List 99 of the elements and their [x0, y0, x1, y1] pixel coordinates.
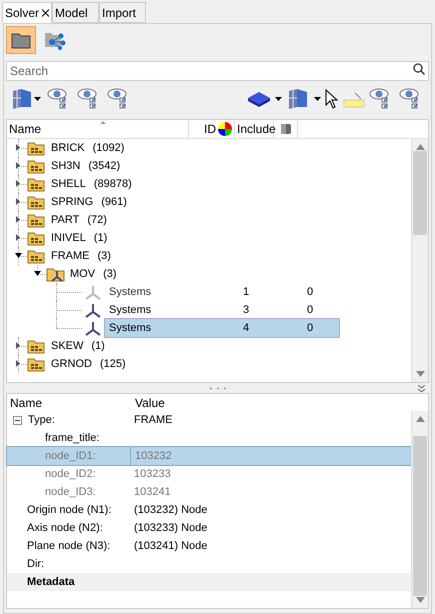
property-name: node_ID2: [45, 466, 96, 482]
property-value: (103232) Node [134, 502, 208, 518]
property-name: Axis node (N2): [27, 520, 103, 536]
folder-icon [27, 356, 45, 372]
collapsed-arrow-icon[interactable] [15, 162, 22, 169]
property-row[interactable]: frame_title: [7, 429, 411, 447]
id-cell-text: 3 [243, 302, 250, 318]
property-value: (103241) Node [134, 538, 208, 554]
tree-group-label[interactable]: INIVEL (1) [51, 230, 108, 246]
property-value: 103233 [134, 466, 171, 482]
property-row[interactable]: Plane node (N3): (103241) Node [7, 537, 411, 555]
caret-icon[interactable] [275, 97, 282, 101]
solid-shape-icon[interactable] [247, 91, 271, 107]
id-cell-text: 1 [243, 284, 250, 300]
scrollbar[interactable] [411, 411, 428, 608]
property-value: FRAME [134, 412, 172, 428]
collapse-icon[interactable] [418, 384, 425, 392]
column-header[interactable]: Include [235, 120, 274, 138]
property-name: Plane node (N3): [27, 538, 110, 554]
property-row[interactable]: Dir: [7, 555, 411, 573]
property-value: 103241 [134, 484, 171, 500]
property-row[interactable]: Axis node (N2): (103233) Node [7, 519, 411, 537]
property-name: Type: [28, 412, 55, 428]
property-name: Dir: [27, 556, 44, 572]
folder-icon [27, 176, 45, 192]
tree-group-label[interactable]: MOV (3) [70, 266, 117, 282]
include-cell-text: 0 [307, 320, 314, 336]
scrollbar[interactable] [411, 139, 428, 382]
tree-group-label[interactable]: BRICK (1092) [51, 140, 124, 156]
tree-group-label[interactable]: FRAME (3) [51, 248, 111, 264]
column-header[interactable]: ID [189, 120, 235, 138]
column-header[interactable]: Name [7, 120, 189, 138]
close-icon[interactable] [42, 8, 49, 16]
scroll-down-icon[interactable] [416, 371, 424, 377]
tree-group-label[interactable]: SHELL (89878) [51, 176, 132, 192]
search-field[interactable]: Search [6, 61, 429, 81]
property-value: 103232 [135, 448, 172, 464]
include-cell-text: 0 [307, 302, 314, 318]
collapsed-arrow-icon[interactable] [15, 180, 22, 187]
collapse-box-icon[interactable] [13, 416, 22, 424]
collapsed-arrow-icon[interactable] [15, 360, 22, 367]
tree-group-label[interactable]: GRNOD (125) [51, 356, 126, 372]
expanded-arrow-icon[interactable] [34, 270, 41, 277]
folder-icon [27, 212, 45, 228]
entity-name: Systems [108, 284, 152, 300]
property-row[interactable]: Type: FRAME [7, 411, 411, 429]
collapsed-arrow-icon[interactable] [15, 198, 22, 205]
folder-icon [11, 31, 31, 49]
cube-icon[interactable] [280, 123, 292, 135]
folder-icon [27, 230, 45, 246]
scroll-up-icon[interactable] [416, 416, 424, 422]
tree-row[interactable]: Systems 4 0 [105, 319, 339, 337]
property-name: Origin node (N1): [27, 502, 112, 518]
axes-icon [84, 284, 102, 300]
property-row[interactable]: Origin node (N1): (103232) Node [7, 501, 411, 519]
column-header[interactable]: Value [132, 394, 168, 412]
collapsed-arrow-icon[interactable] [15, 216, 22, 223]
entity-name: Systems [108, 320, 152, 336]
include-cell-text: 0 [307, 284, 314, 300]
tab[interactable]: Import [99, 2, 146, 23]
panes-icon[interactable] [286, 87, 310, 111]
network-folder-icon [44, 30, 66, 50]
collapsed-arrow-icon[interactable] [15, 342, 22, 349]
folder-icon [27, 338, 45, 354]
tab[interactable]: Model [52, 2, 99, 23]
tree-group-label[interactable]: SPRING (961) [51, 194, 127, 210]
sort-arrow-icon[interactable] [100, 121, 106, 124]
property-name: node_ID1: [45, 448, 96, 464]
folder-icon [27, 158, 45, 174]
collapsed-arrow-icon[interactable] [15, 144, 22, 151]
expanded-arrow-icon[interactable] [15, 252, 22, 259]
panes-icon[interactable] [10, 87, 34, 111]
caret-icon[interactable] [34, 97, 41, 101]
axes-icon [84, 302, 102, 318]
column-header[interactable]: Name [7, 394, 132, 412]
property-name: Metadata [27, 574, 75, 590]
entity-name: Systems [108, 302, 152, 318]
tree-group-label[interactable]: SH3N (3542) [51, 158, 120, 174]
collapsed-arrow-icon[interactable] [15, 234, 22, 241]
folder-icon [27, 194, 45, 210]
property-name: frame_title: [45, 430, 100, 446]
color-wheel-icon [218, 122, 232, 136]
tab[interactable]: Solver [2, 2, 52, 23]
tree-row[interactable]: Systems 3 0 [105, 301, 339, 319]
property-name: node_ID3: [45, 484, 96, 500]
folder-view-button[interactable] [6, 26, 36, 54]
search-icon[interactable] [413, 63, 425, 75]
axes-icon [84, 320, 102, 336]
section-header[interactable]: Metadata [7, 573, 411, 591]
id-cell-text: 4 [243, 320, 250, 336]
folder-icon [27, 140, 45, 156]
caret-icon[interactable] [314, 97, 321, 101]
cursor-icon[interactable] [325, 89, 339, 109]
splitter-grip-icon[interactable] [208, 386, 226, 390]
folder-icon [27, 248, 45, 264]
property-value: (103233) Node [134, 520, 208, 536]
folder-axes-icon [46, 266, 66, 282]
tree-group-label[interactable]: SKEW (1) [51, 338, 105, 354]
tree-group-label[interactable]: PART (72) [51, 212, 107, 228]
